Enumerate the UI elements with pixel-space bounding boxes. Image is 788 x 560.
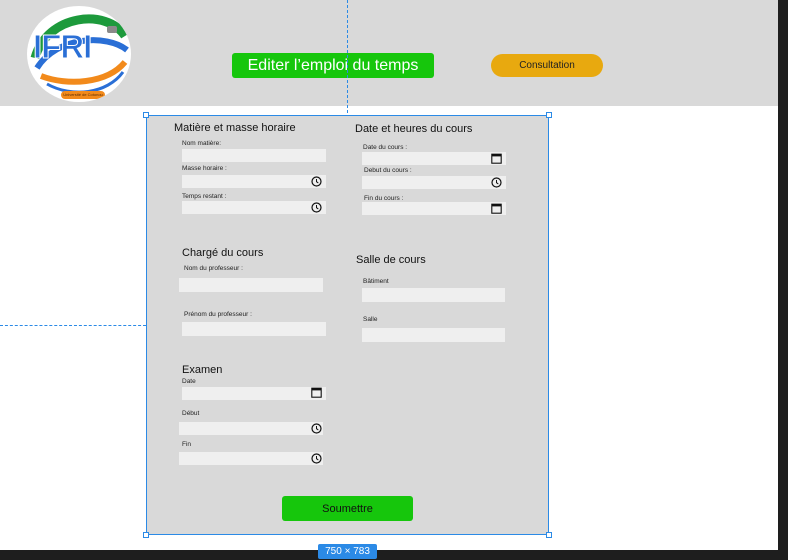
date-cours-input[interactable] xyxy=(362,152,506,165)
clock-icon[interactable] xyxy=(491,177,502,188)
design-canvas: IFRI Université de Cotonou Editer l’empl… xyxy=(0,0,778,550)
masse-horaire-input[interactable] xyxy=(182,175,326,188)
ifri-logo: IFRI Université de Cotonou xyxy=(27,6,131,102)
label-examen-date: Date xyxy=(182,378,196,385)
resize-handle-bottom-left[interactable] xyxy=(143,532,149,538)
canvas-edge xyxy=(778,0,788,560)
vertical-guide xyxy=(347,0,348,113)
consultation-button[interactable]: Consultation xyxy=(491,54,603,77)
section-title-examen: Examen xyxy=(182,364,223,376)
examen-fin-input[interactable] xyxy=(179,452,323,465)
frame-size-badge: 750 × 783 xyxy=(318,544,377,559)
section-title-date: Date et heures du cours xyxy=(355,123,473,135)
submit-button[interactable]: Soumettre xyxy=(282,496,413,521)
fin-cours-input[interactable] xyxy=(362,202,506,215)
examen-date-input[interactable] xyxy=(182,387,326,400)
edit-timetable-button[interactable]: Editer l’emploi du temps xyxy=(232,53,434,78)
salle-input[interactable] xyxy=(362,328,505,342)
clock-icon[interactable] xyxy=(311,453,322,464)
examen-debut-input[interactable] xyxy=(179,422,323,435)
calendar-icon[interactable] xyxy=(311,387,322,398)
nom-matiere-input[interactable] xyxy=(182,149,326,162)
label-temps-restant: Temps restant : xyxy=(182,193,227,200)
calendar-icon[interactable] xyxy=(491,153,502,164)
clock-icon[interactable] xyxy=(311,202,322,213)
label-debut-cours: Debut du cours : xyxy=(364,167,412,174)
resize-handle-top-left[interactable] xyxy=(143,112,149,118)
label-salle: Salle xyxy=(363,316,378,323)
clock-icon[interactable] xyxy=(311,176,322,187)
batiment-input[interactable] xyxy=(362,288,505,302)
label-examen-debut: Début xyxy=(182,410,200,417)
label-date-cours: Date du cours : xyxy=(363,144,408,151)
debut-cours-input[interactable] xyxy=(362,176,506,189)
logo-badge: Université de Cotonou xyxy=(61,91,105,99)
calendar-icon[interactable] xyxy=(491,203,502,214)
label-nom-matiere: Nom matière: xyxy=(182,140,222,147)
nom-professeur-input[interactable] xyxy=(179,278,323,292)
header-bar: IFRI Université de Cotonou Editer l’empl… xyxy=(0,0,778,106)
section-title-salle: Salle de cours xyxy=(356,254,426,266)
resize-handle-top-right[interactable] xyxy=(546,112,552,118)
section-title-charge: Chargé du cours xyxy=(182,247,264,259)
label-fin-cours: Fin du cours : xyxy=(364,195,404,202)
temps-restant-input[interactable] xyxy=(182,201,326,214)
clock-icon[interactable] xyxy=(311,423,322,434)
label-examen-fin: Fin xyxy=(182,441,192,448)
logo-text: IFRI xyxy=(32,28,92,66)
label-nom-professeur: Nom du professeur : xyxy=(184,265,243,272)
label-prenom-professeur: Prénom du professeur : xyxy=(184,311,252,318)
resize-handle-bottom-right[interactable] xyxy=(546,532,552,538)
horizontal-guide xyxy=(0,325,146,326)
label-batiment: Bâtiment xyxy=(363,278,389,285)
label-masse-horaire: Masse horaire : xyxy=(182,165,227,172)
prenom-professeur-input[interactable] xyxy=(182,322,326,336)
section-title-matiere: Matière et masse horaire xyxy=(174,122,296,134)
